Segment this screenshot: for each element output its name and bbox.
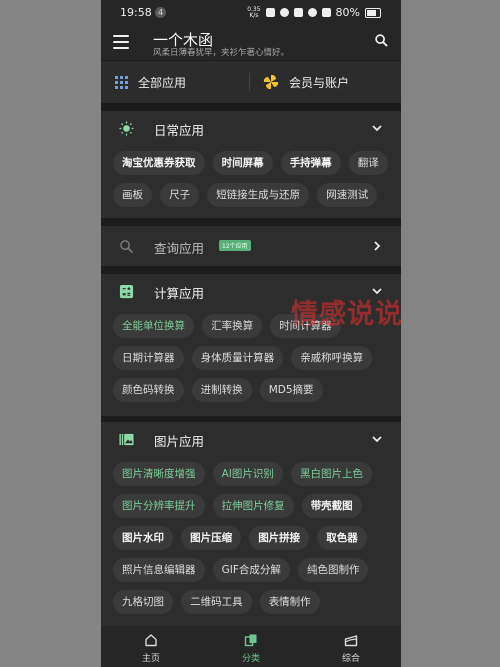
section-query[interactable]: 查询应用 12个应用 xyxy=(101,226,401,266)
chip-currency[interactable]: 汇率换算 xyxy=(202,314,263,338)
chip-md5[interactable]: MD5摘要 xyxy=(259,378,323,402)
chip-solid-color[interactable]: 纯色图制作 xyxy=(297,558,369,582)
battery-icon xyxy=(365,7,381,18)
phone-screen: 19:58 4 0.35 K/s 80% 一个木函 风柔日薄春犹早，夹衫乍著心情… xyxy=(101,0,401,667)
section-query-title: 查询应用 xyxy=(154,241,205,256)
section-calc-title: 计算应用 xyxy=(154,286,205,301)
chip-upscale[interactable]: 图片分辨率提升 xyxy=(113,494,205,518)
notification-badge: 4 xyxy=(155,7,166,18)
chip-taobao-coupon[interactable]: 淘宝优惠券获取 xyxy=(113,151,205,175)
membership-label: 会员与账户 xyxy=(289,75,350,90)
chip-group-daily: 淘宝优惠券获取 时间屏幕 手持弹幕 翻译 画板 尺子 短链接生成与还原 网速测试 xyxy=(113,151,391,215)
signal-icon xyxy=(321,8,331,17)
chip-base-convert[interactable]: 进制转换 xyxy=(191,378,252,402)
search-icon xyxy=(120,240,134,254)
chip-group-image: 图片清晰度增强 AI图片识别 黑白图片上色 图片分辨率提升 拉伸图片修复 带壳截… xyxy=(113,462,391,622)
chart-icon xyxy=(344,635,358,647)
chip-time-screen[interactable]: 时间屏幕 xyxy=(212,151,273,175)
chip-clarity-enhance[interactable]: 图片清晰度增强 xyxy=(113,462,205,486)
nav-home-label: 主页 xyxy=(141,654,160,664)
chip-speed-test[interactable]: 网速测试 xyxy=(317,183,378,207)
chip-date-calc[interactable]: 日期计算器 xyxy=(113,346,184,370)
nav-home[interactable]: 主页 xyxy=(101,626,201,667)
speed-unit: K/s xyxy=(249,11,259,19)
chip-watermark[interactable]: 图片水印 xyxy=(113,526,173,550)
nav-overview-label: 综合 xyxy=(341,654,360,664)
divider xyxy=(249,73,250,91)
chip-ai-recognize[interactable]: AI图片识别 xyxy=(212,462,283,486)
chip-ruler[interactable]: 尺子 xyxy=(160,183,200,207)
all-apps-label: 全部应用 xyxy=(138,75,187,90)
status-icons: 0.35 K/s 80% xyxy=(247,6,381,19)
battery-percent: 80% xyxy=(335,6,360,19)
grid-icon xyxy=(115,75,128,89)
section-daily-header[interactable]: 日常应用 xyxy=(101,111,401,145)
pinwheel-icon xyxy=(263,74,279,90)
chip-nine-grid[interactable]: 九格切图 xyxy=(113,590,173,614)
chip-compress[interactable]: 图片压缩 xyxy=(181,526,242,550)
chip-color-picker[interactable]: 取色器 xyxy=(317,526,367,550)
chevron-right-icon[interactable] xyxy=(371,240,383,252)
nav-overview[interactable]: 综合 xyxy=(301,626,401,667)
chip-translate[interactable]: 翻译 xyxy=(348,151,388,175)
chip-colorize[interactable]: 黑白图片上色 xyxy=(290,462,372,486)
chip-unit-convert[interactable]: 全能单位换算 xyxy=(113,314,194,338)
section-image-header[interactable]: 图片应用 xyxy=(101,422,401,456)
chip-handheld-danmaku[interactable]: 手持弹幕 xyxy=(280,151,341,175)
section-daily-title: 日常应用 xyxy=(154,123,205,138)
chip-color-code[interactable]: 颜色码转换 xyxy=(113,378,184,402)
chip-gif[interactable]: GIF合成分解 xyxy=(212,558,290,582)
membership-button[interactable]: 会员与账户 xyxy=(263,61,349,103)
image-icon xyxy=(119,433,134,446)
all-apps-button[interactable]: 全部应用 xyxy=(115,61,186,103)
chevron-down-icon[interactable] xyxy=(371,433,383,445)
chip-stitch[interactable]: 图片拼接 xyxy=(249,526,310,550)
chip-short-link[interactable]: 短链接生成与还原 xyxy=(207,183,310,207)
network-speed: 0.35 K/s xyxy=(247,6,260,19)
overlay-watermark: 情感说说 xyxy=(291,299,401,330)
chip-bmi[interactable]: 身体质量计算器 xyxy=(191,346,284,370)
chip-emoji-maker[interactable]: 表情制作 xyxy=(259,590,320,614)
mute-icon xyxy=(293,8,303,17)
home-icon xyxy=(145,634,157,647)
status-time: 19:58 xyxy=(120,6,152,19)
section-image: 图片应用 图片清晰度增强 AI图片识别 黑白图片上色 图片分辨率提升 拉伸图片修… xyxy=(101,422,401,632)
app-count-badge: 12个应用 xyxy=(219,240,251,251)
menu-icon[interactable] xyxy=(113,35,129,49)
app-subtitle: 风柔日薄春犹早，夹衫乍著心情好。 xyxy=(153,48,290,58)
bottom-navigation: 主页 分类 综合 xyxy=(101,626,401,667)
section-daily: 日常应用 淘宝优惠券获取 时间屏幕 手持弹幕 翻译 画板 尺子 短链接生成与还原… xyxy=(101,111,401,218)
quick-access-bar: 全部应用 会员与账户 xyxy=(101,61,401,103)
category-icon xyxy=(244,634,257,647)
wifi-icon xyxy=(307,8,317,17)
lock-icon xyxy=(279,8,289,17)
chip-stretch-repair[interactable]: 拉伸图片修复 xyxy=(212,494,294,518)
search-icon[interactable] xyxy=(375,34,388,47)
nav-category-label: 分类 xyxy=(241,654,260,664)
chip-exif-editor[interactable]: 照片信息编辑器 xyxy=(113,558,205,582)
alarm-icon xyxy=(265,8,275,17)
app-bar: 一个木函 风柔日薄春犹早，夹衫乍著心情好。 xyxy=(101,26,401,60)
chip-relative-title[interactable]: 亲戚称呼换算 xyxy=(291,346,373,370)
section-image-title: 图片应用 xyxy=(154,434,205,449)
calculator-icon xyxy=(119,284,134,299)
chevron-down-icon[interactable] xyxy=(371,122,383,134)
sun-icon xyxy=(119,121,134,136)
status-bar: 19:58 4 0.35 K/s 80% xyxy=(101,0,401,26)
nav-category[interactable]: 分类 xyxy=(201,626,301,667)
chip-qrcode[interactable]: 二维码工具 xyxy=(181,590,252,614)
chip-drawing-board[interactable]: 画板 xyxy=(113,183,152,207)
chip-frame-screenshot[interactable]: 带壳截图 xyxy=(301,494,362,518)
section-query-header[interactable]: 查询应用 12个应用 xyxy=(101,229,401,263)
